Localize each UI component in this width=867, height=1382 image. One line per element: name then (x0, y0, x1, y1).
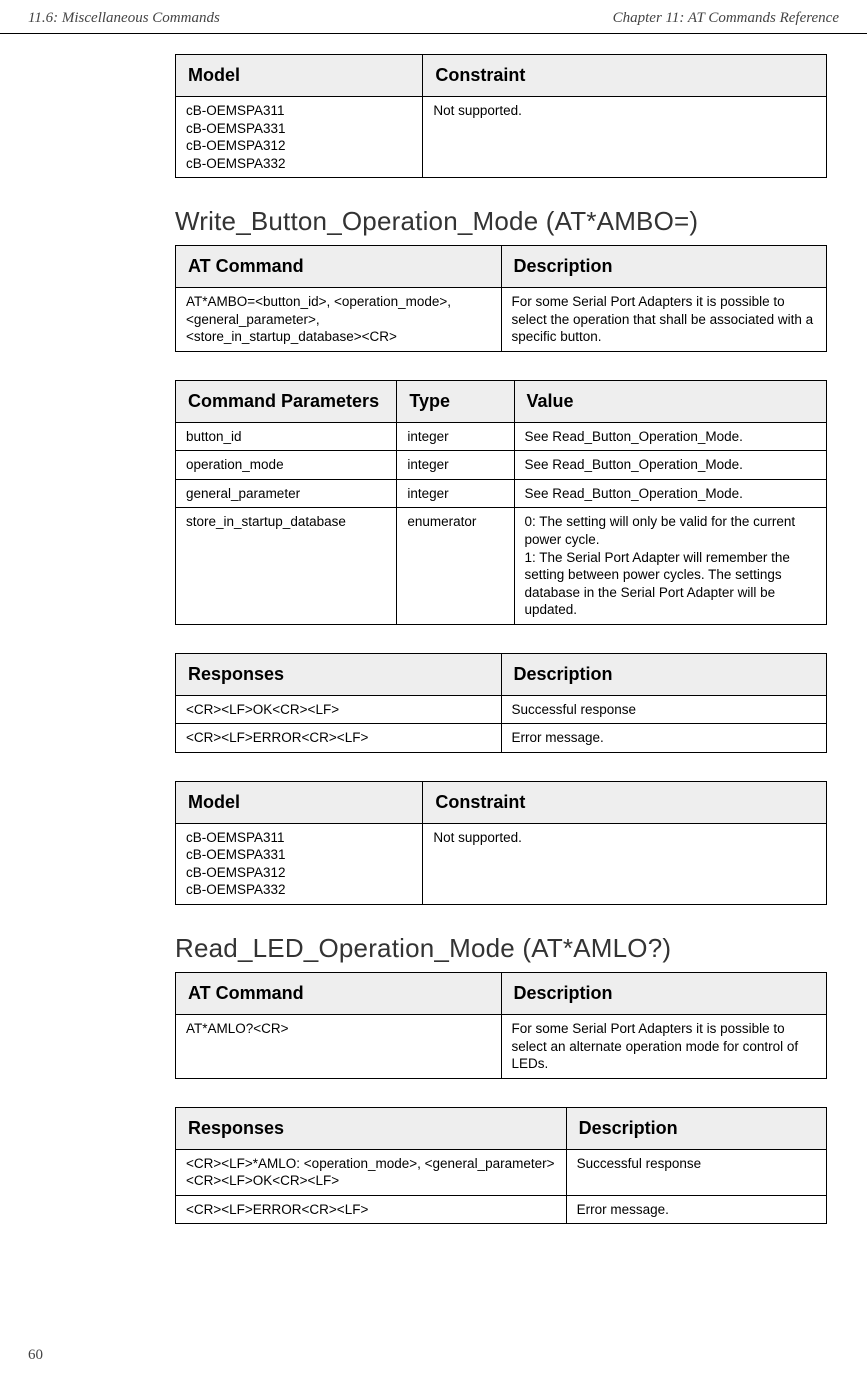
page-content: Model Constraint cB-OEMSPA311 cB-OEMSPA3… (175, 34, 827, 1224)
td-description: For some Serial Port Adapters it is poss… (501, 288, 827, 352)
header-left: 11.6: Miscellaneous Commands (28, 10, 220, 27)
section-read-led: Read_LED_Operation_Mode (AT*AMLO?) (175, 933, 827, 964)
td-response: <CR><LF>ERROR<CR><LF> (176, 724, 502, 753)
td-param: operation_mode (176, 451, 397, 480)
td-value: See Read_Button_Operation_Mode. (514, 479, 827, 508)
td-description: Error message. (566, 1195, 826, 1224)
th-command-parameters: Command Parameters (176, 380, 397, 422)
th-at-command: AT Command (176, 973, 502, 1015)
page-number: 60 (28, 1347, 43, 1364)
td-value: See Read_Button_Operation_Mode. (514, 422, 827, 451)
th-model: Model (176, 781, 423, 823)
at-command-table-2: AT Command Description AT*AMLO?<CR> For … (175, 972, 827, 1079)
th-responses: Responses (176, 1107, 567, 1149)
td-type: integer (397, 479, 514, 508)
td-constraint-value: Not supported. (423, 823, 827, 904)
responses-table-1: Responses Description <CR><LF>OK<CR><LF>… (175, 653, 827, 753)
th-description: Description (566, 1107, 826, 1149)
th-at-command: AT Command (176, 246, 502, 288)
th-description: Description (501, 973, 827, 1015)
td-model-list: cB-OEMSPA311 cB-OEMSPA331 cB-OEMSPA312 c… (176, 97, 423, 178)
td-param: button_id (176, 422, 397, 451)
at-command-table-1: AT Command Description AT*AMBO=<button_i… (175, 245, 827, 352)
td-type: integer (397, 451, 514, 480)
th-constraint: Constraint (423, 55, 827, 97)
th-constraint: Constraint (423, 781, 827, 823)
td-response: <CR><LF>ERROR<CR><LF> (176, 1195, 567, 1224)
td-at-command: AT*AMLO?<CR> (176, 1015, 502, 1079)
td-param: store_in_startup_database (176, 508, 397, 624)
td-constraint-value: Not supported. (423, 97, 827, 178)
td-type: enumerator (397, 508, 514, 624)
td-model-list: cB-OEMSPA311 cB-OEMSPA331 cB-OEMSPA312 c… (176, 823, 423, 904)
td-type: integer (397, 422, 514, 451)
td-description: Error message. (501, 724, 827, 753)
td-response: <CR><LF>OK<CR><LF> (176, 695, 502, 724)
th-description: Description (501, 653, 827, 695)
section-write-button: Write_Button_Operation_Mode (AT*AMBO=) (175, 206, 827, 237)
th-model: Model (176, 55, 423, 97)
model-constraint-table-1: Model Constraint cB-OEMSPA311 cB-OEMSPA3… (175, 54, 827, 178)
command-parameters-table: Command Parameters Type Value button_id … (175, 380, 827, 625)
td-value: 0: The setting will only be valid for th… (514, 508, 827, 624)
header-right: Chapter 11: AT Commands Reference (613, 10, 839, 27)
td-param: general_parameter (176, 479, 397, 508)
page-header: 11.6: Miscellaneous Commands Chapter 11:… (0, 0, 867, 34)
th-value: Value (514, 380, 827, 422)
td-response: <CR><LF>*AMLO: <operation_mode>, <genera… (176, 1149, 567, 1195)
responses-table-2: Responses Description <CR><LF>*AMLO: <op… (175, 1107, 827, 1225)
th-type: Type (397, 380, 514, 422)
td-value: See Read_Button_Operation_Mode. (514, 451, 827, 480)
td-description: For some Serial Port Adapters it is poss… (501, 1015, 827, 1079)
td-at-command: AT*AMBO=<button_id>, <operation_mode>, <… (176, 288, 502, 352)
th-responses: Responses (176, 653, 502, 695)
td-description: Successful response (501, 695, 827, 724)
model-constraint-table-2: Model Constraint cB-OEMSPA311 cB-OEMSPA3… (175, 781, 827, 905)
td-description: Successful response (566, 1149, 826, 1195)
th-description: Description (501, 246, 827, 288)
